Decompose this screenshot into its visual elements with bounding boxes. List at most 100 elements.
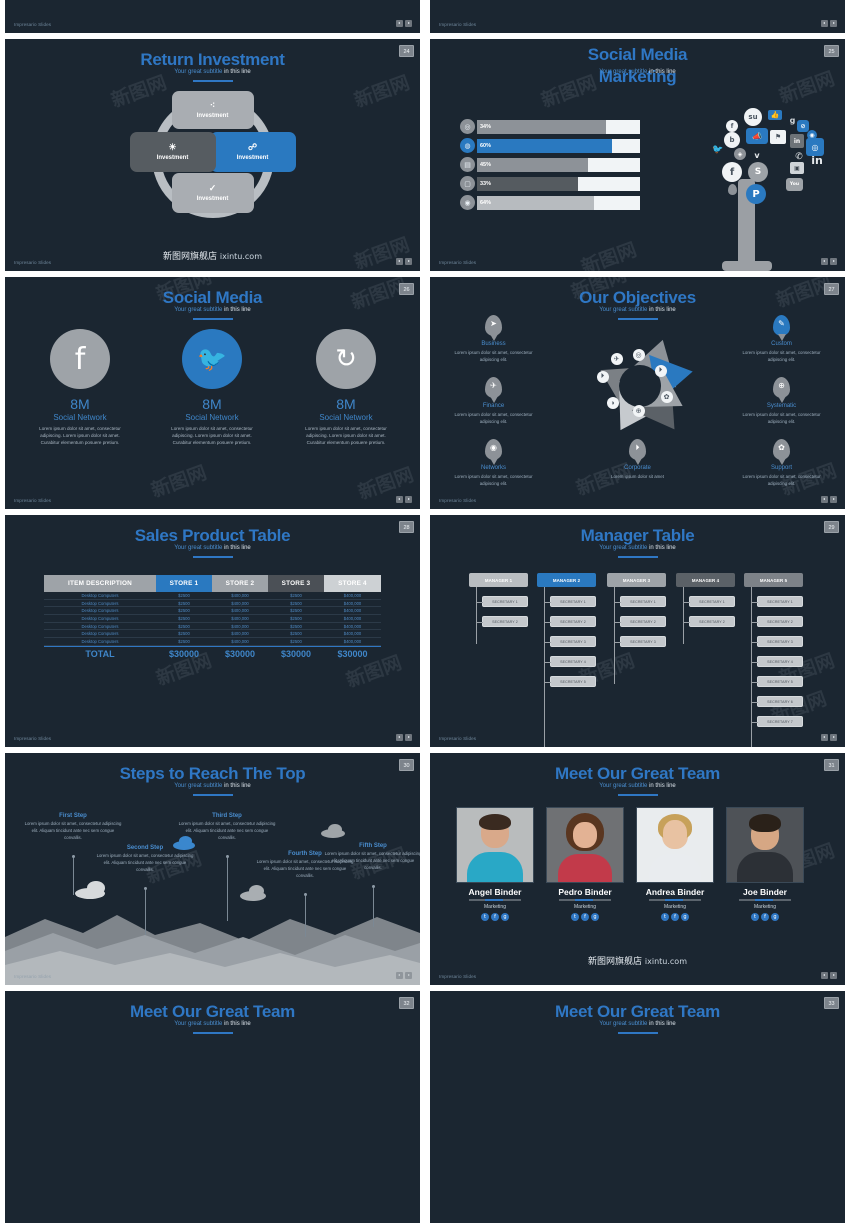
slide-thumbnail-27[interactable]: 新图网 新图网 新图网 新图网 Our Objectives Your grea… (425, 274, 850, 512)
manager-box[interactable]: MANAGER 4 (676, 573, 735, 587)
slide-thumbnail-28[interactable]: 新图网 新图网 Sales Product Table Your great s… (0, 512, 425, 750)
googleplus-icon[interactable]: g (591, 913, 599, 921)
next-icon[interactable] (405, 734, 412, 741)
slide-thumbnail-partial-2[interactable]: elementum posuere pretium elementum posu… (425, 0, 850, 36)
step-first[interactable]: First Step Lorem ipsum dolor sit amet, c… (23, 813, 123, 895)
prev-icon[interactable] (821, 258, 828, 265)
slide-nav[interactable] (821, 496, 837, 503)
secretary-box[interactable]: SECRETARY 4 (545, 656, 596, 667)
slide-thumbnail-26[interactable]: 新图网 新图网 新图网 新图网 Social Media Your great … (0, 274, 425, 512)
twitter-icon[interactable]: t (481, 913, 489, 921)
slide-nav[interactable] (396, 972, 412, 979)
slide-thumbnail-24[interactable]: 新图网 新图网 新图网 Return Investment Your great… (0, 36, 425, 274)
column-header-store1[interactable]: STORE 1 (156, 575, 212, 592)
secretary-box[interactable]: SECRETARY 6 (752, 696, 803, 707)
secretary-box[interactable]: SECRETARY 1 (477, 596, 528, 607)
secretary-box[interactable]: SECRETARY 5 (545, 676, 596, 687)
secretary-box[interactable]: SECRETARY 1 (752, 596, 803, 607)
cycle-node-bottom[interactable]: ✓ Investment (171, 173, 254, 213)
next-icon[interactable] (830, 258, 837, 265)
slide-nav[interactable] (821, 734, 837, 741)
cycle-node-top[interactable]: ⁖ Investment (171, 91, 254, 129)
slide-thumbnail-33[interactable]: Meet Our Great Team Your great subtitle … (425, 988, 850, 1226)
prev-icon[interactable] (396, 20, 403, 27)
next-icon[interactable] (830, 734, 837, 741)
step-third[interactable]: Third Step Lorem ipsum dolor sit amet, c… (177, 813, 277, 921)
googleplus-icon[interactable]: g (681, 913, 689, 921)
social-column-twitter[interactable]: 🐦 8M Social Network Lorem ipsum dolor si… (153, 329, 271, 446)
prev-icon[interactable] (821, 972, 828, 979)
secretary-box[interactable]: SECRETARY 2 (545, 616, 596, 627)
secretary-box[interactable]: SECRETARY 2 (684, 616, 735, 627)
slide-nav[interactable] (396, 734, 412, 741)
prev-icon[interactable] (396, 496, 403, 503)
secretary-box[interactable]: SECRETARY 5 (752, 676, 803, 687)
social-column-refresh[interactable]: ↻ 8M Social Network Lorem ipsum dolor si… (287, 329, 405, 446)
secretary-box[interactable]: SECRETARY 1 (684, 596, 735, 607)
column-header-store2[interactable]: STORE 2 (212, 575, 268, 592)
twitter-icon[interactable]: t (571, 913, 579, 921)
team-member-card[interactable]: Joe Binder Marketing tfg (726, 807, 804, 921)
next-icon[interactable] (830, 20, 837, 27)
secretary-box[interactable]: SECRETARY 3 (615, 636, 666, 647)
slide-nav[interactable] (821, 972, 837, 979)
secretary-box[interactable]: SECRETARY 2 (615, 616, 666, 627)
next-icon[interactable] (405, 972, 412, 979)
secretary-box[interactable]: SECRETARY 3 (545, 636, 596, 647)
slide-thumbnail-30[interactable]: Steps to Reach The Top Your great subtit… (0, 750, 425, 988)
objective-custom[interactable]: ✎ Custom Lorem ipsum dolor sit amet, con… (734, 315, 829, 363)
googleplus-icon[interactable]: g (501, 913, 509, 921)
secretary-box[interactable]: SECRETARY 2 (752, 616, 803, 627)
prev-icon[interactable] (396, 734, 403, 741)
next-icon[interactable] (405, 496, 412, 503)
slide-thumbnail-25[interactable]: 新图网 新图网 新图网 Social Media Marketing Your … (425, 36, 850, 274)
prev-icon[interactable] (396, 972, 403, 979)
team-member-card[interactable]: Pedro Binder Marketing tfg (546, 807, 624, 921)
objective-corporate[interactable]: ⏵ Corporate Lorem ipsum dolor sit amet (590, 439, 685, 480)
next-icon[interactable] (405, 258, 412, 265)
member-socials[interactable]: tfg (456, 913, 534, 921)
slide-nav[interactable] (396, 20, 412, 27)
slide-thumbnail-29[interactable]: 新图网 新图网 新图网 Manager Table Your great sub… (425, 512, 850, 750)
slide-nav[interactable] (396, 258, 412, 265)
next-icon[interactable] (830, 972, 837, 979)
objective-finance[interactable]: ✈ Finance Lorem ipsum dolor sit amet, co… (446, 377, 541, 425)
twitter-icon[interactable]: t (751, 913, 759, 921)
member-socials[interactable]: tfg (546, 913, 624, 921)
manager-column-5[interactable]: MANAGER 5 SECRETARY 1 SECRETARY 2 SECRET… (744, 573, 803, 747)
secretary-box[interactable]: SECRETARY 4 (752, 656, 803, 667)
slide-thumbnail-32[interactable]: Meet Our Great Team Your great subtitle … (0, 988, 425, 1226)
objective-business[interactable]: ➤ Business Lorem ipsum dolor sit amet, c… (446, 315, 541, 363)
manager-box[interactable]: MANAGER 1 (469, 573, 528, 587)
secretary-box[interactable]: SECRETARY 1 (545, 596, 596, 607)
secretary-box[interactable]: SECRETARY 3 (752, 636, 803, 647)
cycle-node-right[interactable]: ☍ Investment (209, 132, 296, 172)
cycle-node-left[interactable]: ☀ Investment (129, 132, 216, 172)
manager-column-2[interactable]: MANAGER 2 SECRETARY 1 SECRETARY 2 SECRET… (537, 573, 596, 747)
twitter-icon[interactable]: t (661, 913, 669, 921)
social-column-facebook[interactable]: f 8M Social Network Lorem ipsum dolor si… (21, 329, 139, 446)
manager-box[interactable]: MANAGER 2 (537, 573, 596, 587)
manager-box[interactable]: MANAGER 5 (744, 573, 803, 587)
manager-box[interactable]: MANAGER 3 (607, 573, 666, 587)
slide-nav[interactable] (396, 496, 412, 503)
slide-nav[interactable] (821, 20, 837, 27)
next-icon[interactable] (405, 20, 412, 27)
column-header-store4[interactable]: STORE 4 (324, 575, 381, 592)
prev-icon[interactable] (821, 496, 828, 503)
objective-systematic[interactable]: ⊕ Systematic Lorem ipsum dolor sit amet,… (734, 377, 829, 425)
facebook-icon[interactable]: f (491, 913, 499, 921)
objective-networks[interactable]: ◉ Networks Lorem ipsum dolor sit amet, c… (446, 439, 541, 487)
step-second[interactable]: Second Step Lorem ipsum dolor sit amet, … (95, 845, 195, 935)
member-socials[interactable]: tfg (726, 913, 804, 921)
step-fifth[interactable]: Fifth Step Lorem ipsum dolor sit amet, c… (323, 843, 420, 927)
manager-column-4[interactable]: MANAGER 4 SECRETARY 1 SECRETARY 2 (676, 573, 735, 644)
column-header-store3[interactable]: STORE 3 (268, 575, 324, 592)
facebook-icon[interactable]: f (671, 913, 679, 921)
facebook-icon[interactable]: f (581, 913, 589, 921)
facebook-icon[interactable]: f (761, 913, 769, 921)
slide-thumbnail-31[interactable]: 新图网 Meet Our Great Team Your great subti… (425, 750, 850, 988)
team-member-card[interactable]: Angel Binder Marketing tfg (456, 807, 534, 921)
prev-icon[interactable] (396, 258, 403, 265)
column-header-item[interactable]: ITEM DESCRIPTION (44, 575, 156, 592)
